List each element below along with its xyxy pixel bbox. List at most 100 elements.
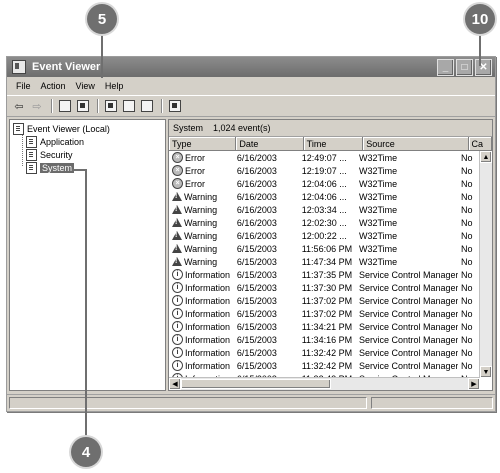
cell-source: W32Time <box>358 165 398 176</box>
cell-date: 6/15/2003 <box>236 334 277 345</box>
toolbar-separator <box>97 99 99 113</box>
column-source[interactable]: Source <box>363 137 469 151</box>
table-row[interactable]: × Error 6/16/2003 12:19:07 ... W32Time No <box>169 164 480 177</box>
table-row[interactable]: × Error 6/16/2003 12:04:06 ... W32Time No <box>169 177 480 190</box>
cell-date: 6/15/2003 <box>236 321 277 332</box>
export-list-button[interactable] <box>139 98 155 114</box>
table-row[interactable]: Warning 6/16/2003 12:03:34 ... W32Time No <box>169 203 480 216</box>
cell-source: Service Control Manager <box>358 321 458 332</box>
table-row[interactable]: Warning 6/16/2003 12:04:06 ... W32Time No <box>169 190 480 203</box>
error-icon: × <box>172 178 183 189</box>
info-icon: i <box>172 308 183 319</box>
scroll-down-button[interactable]: ▼ <box>480 366 492 378</box>
cell-type: iInformation <box>169 347 234 358</box>
properties-button[interactable] <box>103 98 119 114</box>
toolbar-separator <box>51 99 53 113</box>
cell-source: W32Time <box>358 256 398 267</box>
table-row[interactable]: i Information 6/15/2003 11:37:02 PM Service … <box>169 307 480 320</box>
cell-category: No <box>460 282 473 293</box>
table-row[interactable]: Warning 6/16/2003 12:02:30 ... W32Time No <box>169 216 480 229</box>
minimize-icon: _ <box>442 62 449 73</box>
close-button[interactable]: ✕ <box>475 59 492 76</box>
scroll-right-button[interactable]: ▶ <box>468 378 480 390</box>
cell-date: 6/15/2003 <box>236 308 277 319</box>
menu-view[interactable]: View <box>71 81 100 91</box>
refresh-button[interactable] <box>121 98 137 114</box>
cell-type: iInformation <box>169 334 234 345</box>
table-row[interactable]: × Error 6/16/2003 12:49:07 ... W32Time No <box>169 151 480 164</box>
cell-type: × Error <box>169 152 234 163</box>
cell-type: Warning <box>169 257 234 267</box>
callout-5: 5 <box>87 4 117 34</box>
cell-time: 11:34:21 PM <box>301 321 353 332</box>
table-row[interactable]: i Information 6/15/2003 11:37:02 PM Service … <box>169 294 480 307</box>
tree-item-system[interactable]: System <box>26 161 75 174</box>
table-row[interactable]: Warning 6/16/2003 12:00:22 ... W32Time No <box>169 229 480 242</box>
tree-root[interactable]: Event Viewer (Local) <box>13 122 110 135</box>
back-button[interactable]: ⇦ <box>11 98 27 114</box>
cell-category: No <box>460 191 473 202</box>
cell-type: iInformation <box>169 269 234 280</box>
cell-time: 11:37:02 PM <box>301 308 353 319</box>
cell-time: 11:47:34 PM <box>301 256 353 267</box>
table-row[interactable]: iInformation6/15/200311:32:42 PMService … <box>169 346 480 359</box>
scroll-left-button[interactable]: ◀ <box>169 378 181 390</box>
tree-item-label: Application <box>40 136 85 147</box>
cell-category: No <box>460 204 473 215</box>
cell-type: iInformation <box>169 295 234 306</box>
table-row[interactable]: iInformation6/15/200311:32:42 PMService … <box>169 359 480 372</box>
toolbar-separator <box>161 99 163 113</box>
cell-date: 6/16/2003 <box>236 191 277 202</box>
maximize-button[interactable]: □ <box>456 59 473 76</box>
help-button[interactable] <box>167 98 183 114</box>
table-row[interactable]: Warning 6/15/2003 11:47:34 PM W32Time No <box>169 255 480 268</box>
vertical-scrollbar[interactable]: ▲ ▼ <box>479 151 492 378</box>
cell-source: Service Control Manager <box>358 360 458 371</box>
show-hide-tree-button[interactable] <box>75 98 91 114</box>
tree-item-security[interactable]: Security <box>26 148 73 161</box>
cell-time: 12:04:06 ... <box>301 178 347 189</box>
cell-type: iInformation <box>169 321 234 332</box>
forward-button[interactable]: ⇨ <box>29 98 45 114</box>
menu-action[interactable]: Action <box>36 81 71 91</box>
cell-category: No <box>460 217 473 228</box>
column-time[interactable]: Time <box>303 137 364 151</box>
horizontal-scroll-thumb[interactable] <box>181 379 331 389</box>
cell-source: W32Time <box>358 217 398 228</box>
console-tree-icon <box>77 100 89 112</box>
cell-category: No <box>460 178 473 189</box>
title-bar[interactable]: Event Viewer _ □ ✕ <box>7 57 495 77</box>
cell-date: 6/16/2003 <box>236 204 277 215</box>
scroll-up-button[interactable]: ▲ <box>480 151 492 163</box>
cell-category: No <box>460 269 473 280</box>
cell-time: 12:00:22 ... <box>301 230 347 241</box>
warning-icon <box>172 218 182 227</box>
event-list-pane: System 1,024 event(s) Type Date Time Sou… <box>168 119 493 391</box>
column-date[interactable]: Date <box>236 137 304 151</box>
table-row[interactable]: i Information 6/15/2003 11:34:16 PM Service … <box>169 333 480 346</box>
horizontal-scrollbar[interactable]: ◀ ▶ <box>169 377 480 390</box>
table-row[interactable]: i Information 6/15/2003 11:37:35 PM Service … <box>169 268 480 281</box>
type-label: Information <box>185 282 231 293</box>
table-row[interactable]: i Information 6/15/2003 11:34:21 PM Service … <box>169 320 480 333</box>
table-row[interactable]: Warning 6/15/2003 11:56:06 PM W32Time No <box>169 242 480 255</box>
info-icon: i <box>172 269 183 280</box>
type-label: Information <box>185 334 231 345</box>
cell-type: iInformation <box>169 360 234 371</box>
type-label: Warning <box>184 256 218 267</box>
column-type[interactable]: Type <box>169 137 237 151</box>
minimize-button[interactable]: _ <box>437 59 454 76</box>
warning-icon <box>172 192 182 201</box>
type-label: Warning <box>184 204 218 215</box>
event-count: 1,024 event(s) <box>213 123 271 133</box>
menu-file[interactable]: File <box>11 81 36 91</box>
table-row[interactable]: i Information 6/15/2003 11:37:30 PM Service … <box>169 281 480 294</box>
up-level-button[interactable] <box>57 98 73 114</box>
console-tree: Event Viewer (Local) Application Securit… <box>9 119 166 391</box>
menu-help[interactable]: Help <box>100 81 129 91</box>
type-label: Information <box>185 269 231 280</box>
column-category[interactable]: Ca <box>468 137 492 151</box>
tree-item-application[interactable]: Application <box>26 135 84 148</box>
cell-source: Service Control Manager <box>358 334 458 345</box>
cell-type: × Error <box>169 178 234 189</box>
